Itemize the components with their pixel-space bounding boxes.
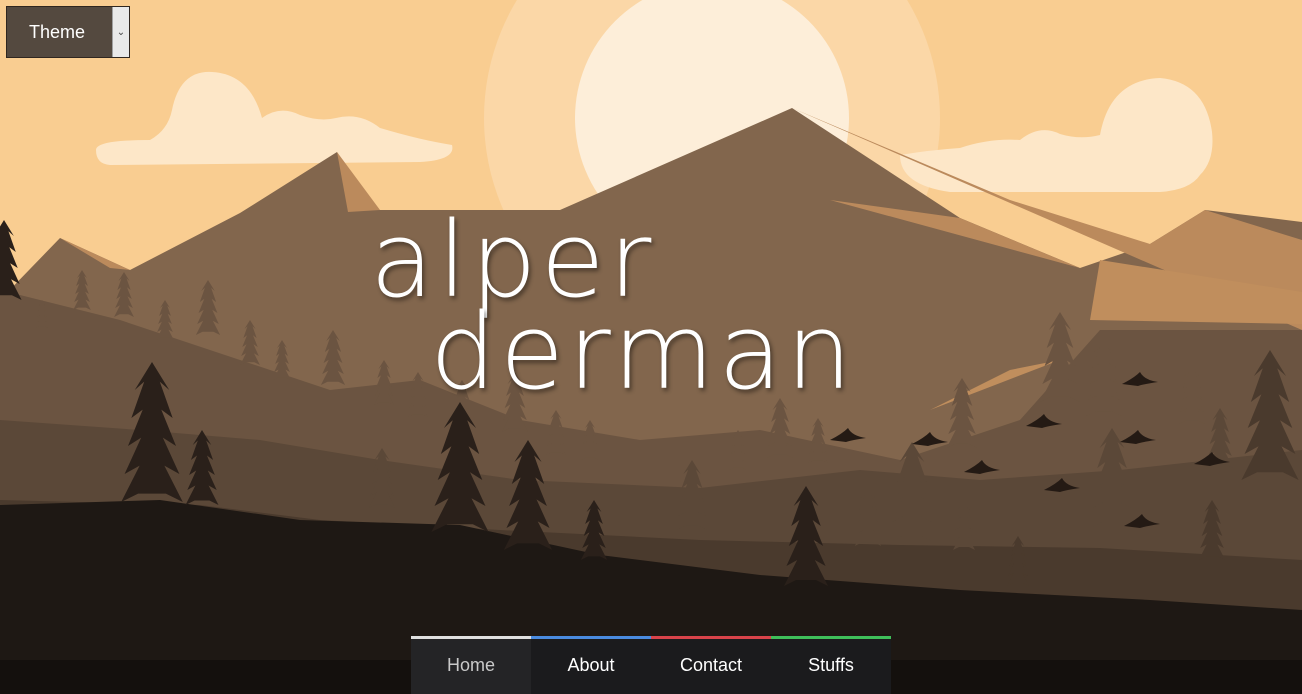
nav-stuffs[interactable]: Stuffs bbox=[771, 636, 891, 694]
bottom-navigation: Home About Contact Stuffs bbox=[411, 636, 891, 694]
nav-about-label: About bbox=[567, 655, 615, 675]
site-logo: alper derman bbox=[360, 200, 960, 412]
chevron-down-icon[interactable]: ⌄ bbox=[112, 7, 129, 57]
nav-contact[interactable]: Contact bbox=[651, 636, 771, 694]
nav-contact-label: Contact bbox=[679, 655, 743, 675]
nav-stuffs-label: Stuffs bbox=[808, 655, 854, 675]
theme-dropdown[interactable]: Theme ⌄ bbox=[6, 6, 130, 58]
theme-dropdown-label: Theme bbox=[29, 22, 86, 42]
nav-home-label: Home bbox=[446, 655, 495, 675]
nav-about[interactable]: About bbox=[531, 636, 651, 694]
nav-home[interactable]: Home bbox=[411, 636, 531, 694]
logo-line-2: derman bbox=[430, 291, 856, 413]
